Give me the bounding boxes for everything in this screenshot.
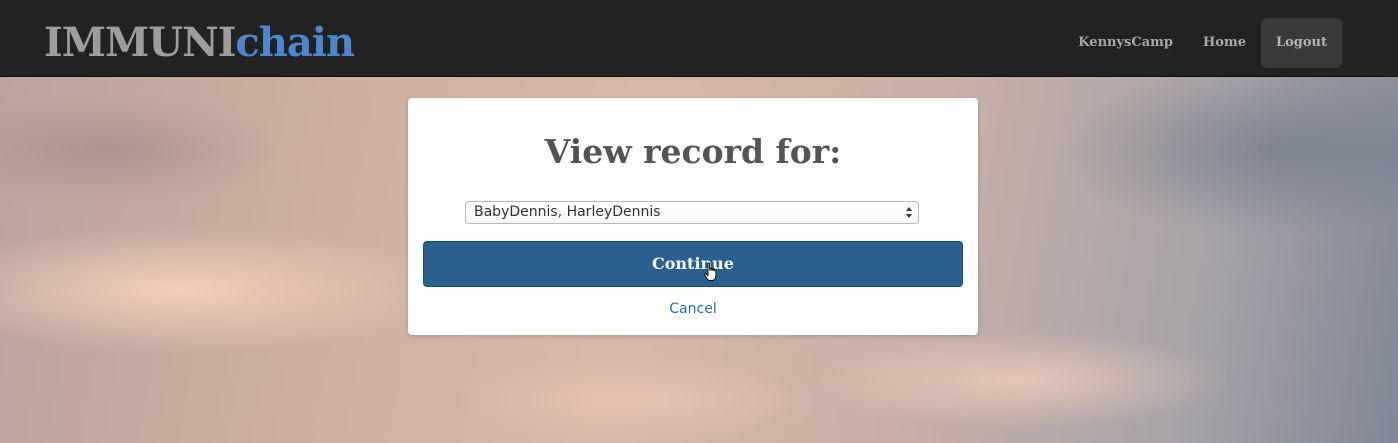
nav-link-home[interactable]: Home <box>1188 18 1261 68</box>
record-select[interactable]: BabyDennis, HarleyDennis <box>465 201 919 224</box>
nav-links: KennysCamp Home Logout <box>1063 18 1342 68</box>
hand-pointer-cursor-icon <box>704 262 717 281</box>
record-select-value: BabyDennis, HarleyDennis <box>474 204 661 220</box>
top-navbar: IMMUNIchain KennysCamp Home Logout <box>0 0 1398 77</box>
up-down-arrows-icon <box>906 207 912 218</box>
continue-button-label: Continue <box>652 254 734 273</box>
brand-text-immuni: IMMUNI <box>44 19 236 66</box>
nav-link-logout[interactable]: Logout <box>1260 18 1342 68</box>
continue-button[interactable]: Continue <box>423 241 963 287</box>
cancel-link[interactable]: Cancel <box>408 299 978 319</box>
dialog-title: View record for: <box>544 132 842 171</box>
nav-link-kennyscamp[interactable]: KennysCamp <box>1063 18 1188 68</box>
brand-logo[interactable]: IMMUNIchain <box>44 18 355 68</box>
view-record-dialog: View record for: BabyDennis, HarleyDenni… <box>408 98 978 335</box>
brand-text-chain: chain <box>235 19 355 66</box>
